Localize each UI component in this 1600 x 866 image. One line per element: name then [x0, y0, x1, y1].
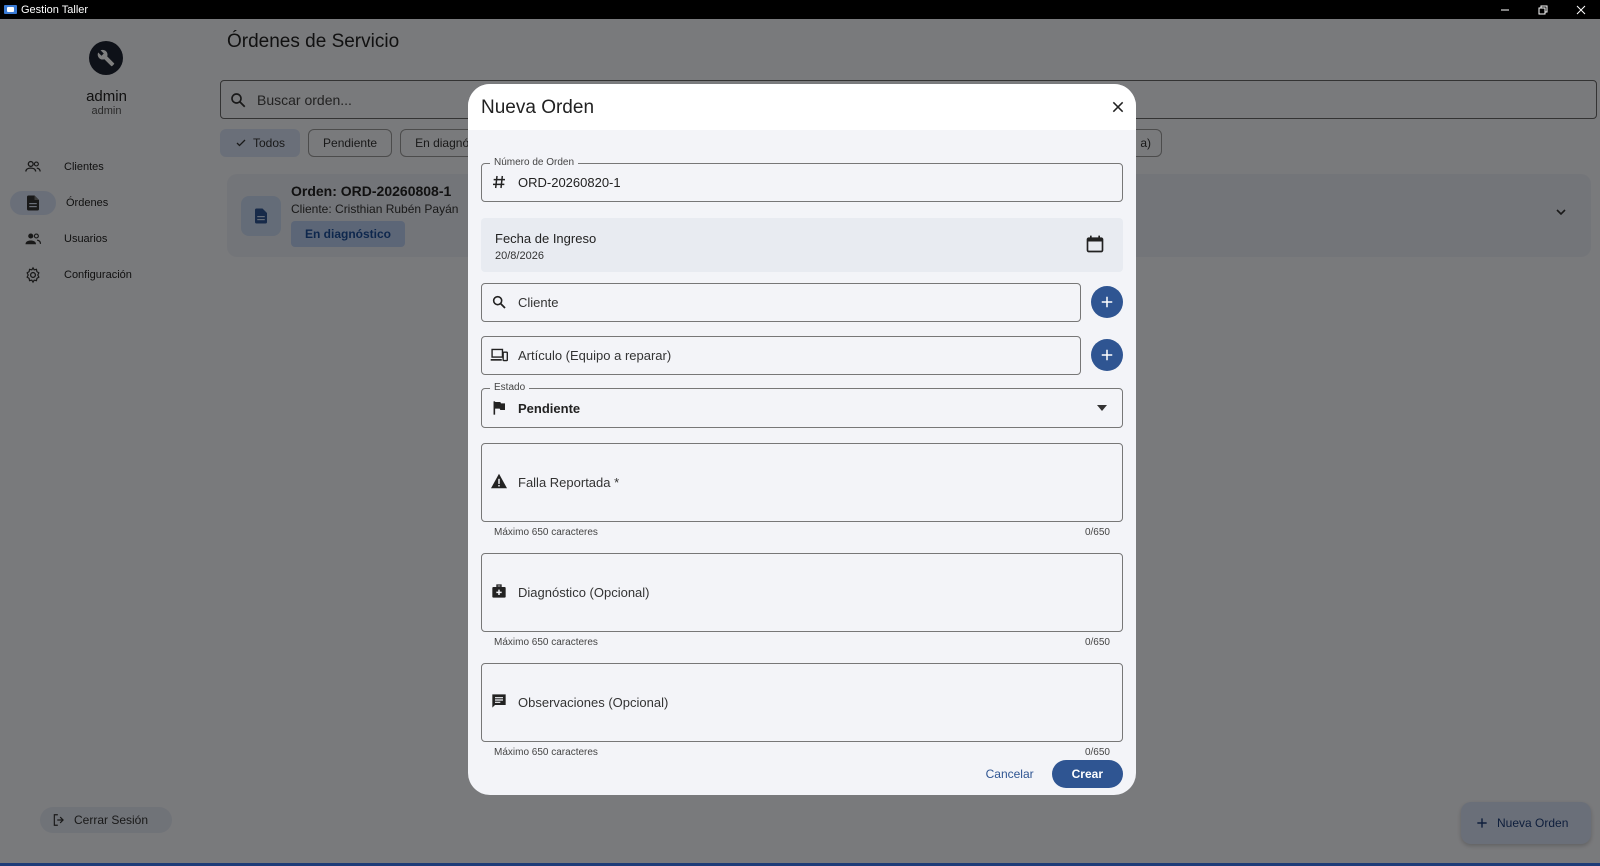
- restore-icon: [1538, 5, 1548, 14]
- date-field[interactable]: Fecha de Ingreso 20/8/2026: [481, 218, 1123, 272]
- add-client-button[interactable]: [1091, 286, 1123, 318]
- article-placeholder: Artículo (Equipo a reparar): [518, 348, 672, 363]
- status-select[interactable]: Estado Pendiente: [481, 382, 1123, 428]
- status-value: Pendiente: [518, 401, 581, 416]
- dialog-header: Nueva Orden: [468, 84, 1136, 130]
- fault-placeholder: Falla Reportada *: [518, 475, 620, 490]
- window-title: Gestion Taller: [21, 3, 89, 16]
- close-icon: [1576, 5, 1586, 14]
- date-label: Fecha de Ingreso: [495, 231, 597, 246]
- create-button[interactable]: Crear: [1051, 760, 1123, 788]
- status-label: Estado: [490, 382, 530, 393]
- search-icon: [490, 294, 508, 310]
- plus-icon: [1101, 296, 1113, 308]
- close-icon: [1112, 101, 1124, 113]
- fault-textarea[interactable]: Falla Reportada *: [481, 443, 1123, 522]
- helper-text: Máximo 650 caracteres: [494, 637, 598, 648]
- app-logo-icon: [4, 5, 17, 14]
- window-titlebar: Gestion Taller: [0, 0, 1600, 19]
- medical-bag-icon: [490, 583, 508, 599]
- minimize-icon: [1501, 9, 1509, 10]
- fault-helper: Máximo 650 caracteres 0/650: [494, 527, 1110, 538]
- date-value: 20/8/2026: [495, 250, 544, 262]
- cancel-button[interactable]: Cancelar: [986, 767, 1034, 781]
- dropdown-arrow-icon: [1096, 403, 1108, 413]
- devices-icon: [490, 347, 508, 363]
- warning-icon: [490, 473, 508, 489]
- plus-icon: [1101, 349, 1113, 361]
- add-article-button[interactable]: [1091, 339, 1123, 371]
- dialog-title: Nueva Orden: [481, 97, 595, 118]
- order-number-value: ORD-20260820-1: [518, 175, 621, 190]
- char-counter: 0/650: [1084, 747, 1110, 758]
- client-placeholder: Cliente: [518, 295, 559, 310]
- notes-helper: Máximo 650 caracteres 0/650: [494, 747, 1110, 758]
- window-close-button[interactable]: [1562, 0, 1600, 19]
- restore-button[interactable]: [1524, 0, 1562, 19]
- helper-text: Máximo 650 caracteres: [494, 747, 598, 758]
- client-field[interactable]: Cliente: [481, 283, 1081, 322]
- comment-icon: [490, 693, 508, 709]
- dialog-close-button[interactable]: [1106, 95, 1130, 119]
- article-field[interactable]: Artículo (Equipo a reparar): [481, 336, 1081, 375]
- diagnosis-textarea[interactable]: Diagnóstico (Opcional): [481, 553, 1123, 632]
- new-order-dialog: Nueva Orden Número de Orden ORD-20260820…: [468, 84, 1136, 795]
- hash-icon: [490, 174, 508, 190]
- window-controls: [1486, 0, 1600, 19]
- char-counter: 0/650: [1084, 637, 1110, 648]
- dialog-actions: Cancelar Crear: [986, 760, 1123, 788]
- diagnosis-placeholder: Diagnóstico (Opcional): [518, 585, 650, 600]
- minimize-button[interactable]: [1486, 0, 1524, 19]
- diagnosis-helper: Máximo 650 caracteres 0/650: [494, 637, 1110, 648]
- app-window: admin admin Clientes Órdenes Usuarios Co…: [0, 19, 1600, 863]
- notes-placeholder: Observaciones (Opcional): [518, 695, 669, 710]
- order-number-field[interactable]: Número de Orden ORD-20260820-1: [481, 157, 1123, 202]
- char-counter: 0/650: [1084, 527, 1110, 538]
- notes-textarea[interactable]: Observaciones (Opcional): [481, 663, 1123, 742]
- calendar-icon[interactable]: [1085, 234, 1105, 254]
- helper-text: Máximo 650 caracteres: [494, 527, 598, 538]
- order-number-label: Número de Orden: [490, 157, 579, 168]
- flag-icon: [490, 400, 508, 416]
